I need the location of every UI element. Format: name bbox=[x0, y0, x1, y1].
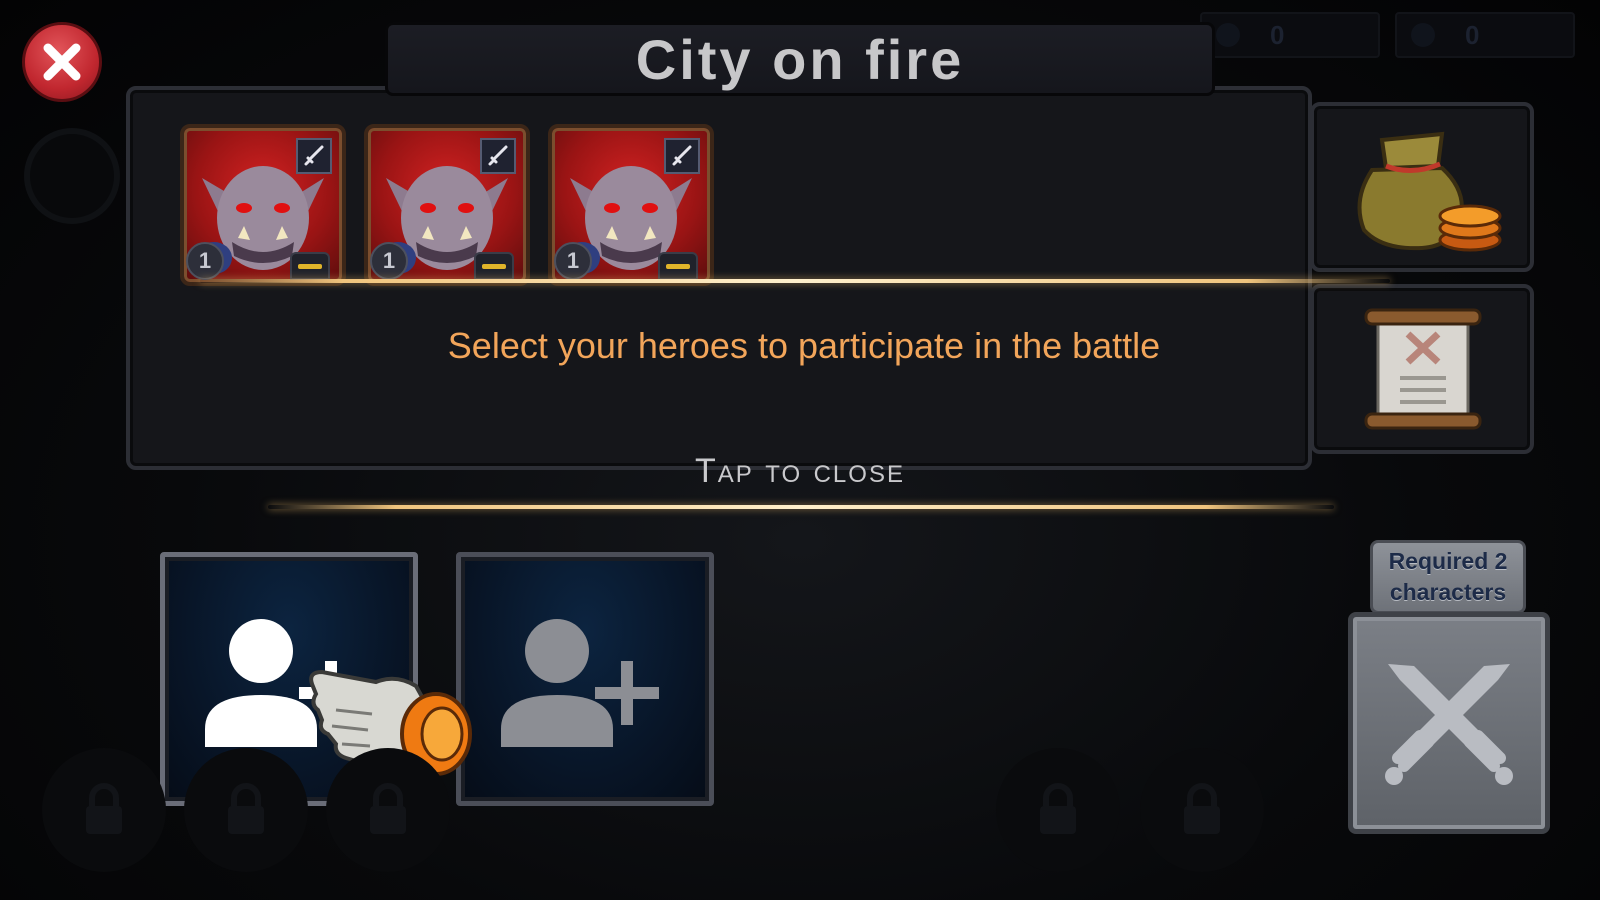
energy-icon bbox=[1411, 23, 1435, 47]
rank-icon bbox=[474, 252, 514, 280]
lock-icon bbox=[1184, 783, 1220, 834]
gold-bag-icon bbox=[1357, 131, 1502, 252]
tutorial-divider-top bbox=[200, 279, 1390, 283]
enemy-card[interactable]: 1 bbox=[180, 124, 346, 286]
lock-icon bbox=[86, 783, 122, 834]
locked-slot bbox=[326, 748, 450, 872]
currency-gems: 0 bbox=[1200, 12, 1380, 58]
lock-icon bbox=[370, 783, 406, 834]
hero-slot-2[interactable] bbox=[456, 552, 714, 806]
lock-icon bbox=[1040, 783, 1076, 834]
sword-icon bbox=[480, 138, 516, 174]
sword-icon bbox=[296, 138, 332, 174]
currency-energy: 0 bbox=[1395, 12, 1575, 58]
tutorial-divider-bottom bbox=[268, 505, 1334, 509]
mission-title: City on fire bbox=[385, 22, 1215, 96]
enemy-level: 1 bbox=[370, 242, 408, 280]
guild-emblem-icon[interactable] bbox=[24, 128, 120, 224]
gem-icon bbox=[1216, 23, 1240, 47]
currency-value: 0 bbox=[1270, 19, 1285, 50]
crossed-swords-icon bbox=[1385, 664, 1513, 785]
reward-gold-box[interactable] bbox=[1310, 102, 1534, 272]
close-icon bbox=[43, 43, 81, 81]
lock-icon bbox=[228, 783, 264, 834]
enemy-card[interactable]: 1 bbox=[548, 124, 714, 286]
sword-icon bbox=[664, 138, 700, 174]
currency-value: 0 bbox=[1465, 19, 1480, 50]
tap-to-close[interactable]: Tap to close bbox=[390, 452, 1210, 491]
add-hero-icon bbox=[501, 619, 659, 747]
start-battle-button[interactable] bbox=[1348, 612, 1550, 834]
enemy-level: 1 bbox=[186, 242, 224, 280]
rank-icon bbox=[290, 252, 330, 280]
close-button[interactable] bbox=[22, 22, 102, 102]
locked-slot bbox=[184, 748, 308, 872]
required-characters-badge: Required 2 characters bbox=[1370, 540, 1526, 614]
reward-scroll-box[interactable] bbox=[1310, 284, 1534, 454]
rank-icon bbox=[658, 252, 698, 280]
enemy-card[interactable]: 1 bbox=[364, 124, 530, 286]
locked-slot bbox=[42, 748, 166, 872]
enemy-level: 1 bbox=[554, 242, 592, 280]
locked-slot bbox=[1140, 748, 1264, 872]
tutorial-hint: Select your heroes to participate in the… bbox=[447, 325, 1161, 366]
locked-slot bbox=[996, 748, 1120, 872]
